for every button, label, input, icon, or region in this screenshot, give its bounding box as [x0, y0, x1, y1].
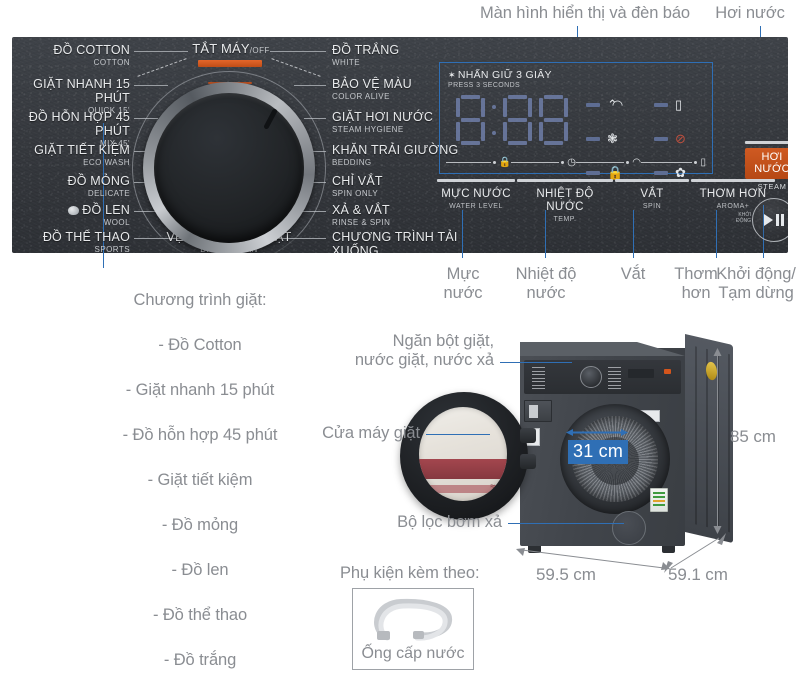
phone-icon: ▯	[675, 97, 683, 112]
indicator-bubbles: ❃	[586, 131, 623, 147]
drain-pump-filter[interactable]	[612, 511, 646, 545]
program-list-item: - Đồ len	[171, 560, 229, 579]
button-water-level[interactable]: MỰC NƯỚC WATER LEVEL	[437, 179, 515, 210]
program-list-item: - Đồ trắng	[163, 650, 237, 669]
bubbles-icon: ❃	[607, 131, 618, 146]
machine-knob[interactable]	[580, 366, 602, 388]
annotation-display: Màn hình hiển thị và đèn báo	[479, 4, 691, 22]
strip-timer: ◷	[511, 157, 576, 168]
digital-display: ✶ NHẤN GIỮ 3 GIÂY PRESS 3 SECONDS ⌃ ◠ ❃ …	[439, 62, 713, 180]
dial-arc-right	[271, 58, 321, 77]
indicator-wifi: ⌃ ◠	[586, 97, 623, 113]
play-pause-icon	[764, 214, 784, 226]
program-list: Chương trình giặt: - Đồ Cotton - Giặt nh…	[45, 266, 355, 680]
dial-arc-left	[137, 58, 187, 77]
drum-width-arrow	[566, 429, 628, 436]
door-hinge	[520, 428, 536, 443]
annotation-spin: Vắt	[620, 265, 646, 283]
dimension-width: 59.5 cm	[536, 565, 596, 584]
display-bottom-strip: 🔒 ◷ ◠ ▯	[446, 157, 706, 168]
machine-top	[520, 342, 685, 356]
timer-icon: ◷	[567, 157, 576, 168]
annotation-filter: Bộ lọc bơm xả	[397, 513, 502, 531]
segment-digit-1	[456, 95, 485, 145]
control-panel: TẮT MÁY/OFF ĐỒ COTTON COTTON GIẶT NHANH …	[12, 37, 788, 253]
indicator-column-left: ⌃ ◠ ❃ 🔒	[586, 97, 623, 181]
leader-spin	[633, 210, 634, 258]
door-reflection: ≈	[490, 481, 495, 491]
program-right-6: CHƯƠNG TRÌNH TẢI XUỐNG DOWNLOAD CYCLES	[332, 230, 458, 253]
button-steam[interactable]: HƠI NƯỚC STEAM	[745, 141, 788, 191]
off-indicator	[198, 60, 262, 67]
segment-colon	[492, 105, 496, 135]
indicator-phone: ▯	[654, 97, 686, 113]
water-hose-icon	[374, 598, 453, 641]
leader-door	[426, 434, 490, 435]
height-dimension-arrow	[713, 348, 722, 534]
annotation-water-level: Mực nước	[443, 265, 483, 302]
door-hinge	[520, 454, 536, 469]
phone-icon: ▯	[700, 157, 706, 168]
program-list-item: - Đồ Cotton	[158, 335, 242, 354]
washer-door-open[interactable]: ≈	[400, 392, 536, 520]
indicator-no-entry: ⊘	[654, 131, 686, 147]
machine-display	[628, 369, 654, 378]
seven-segment-readout	[456, 95, 568, 145]
program-list-item: - Đồ thể thao	[152, 605, 248, 624]
program-list-item: - Giặt tiết kiệm	[147, 470, 253, 489]
start-sublabel: KHỞI ĐỘNG	[736, 212, 751, 224]
accessory-label: Ống cấp nước	[361, 645, 465, 662]
segment-digit-2	[503, 95, 532, 145]
button-start-pause[interactable]: KHỞI ĐỘNG	[736, 198, 788, 242]
annotation-dispenser: Ngăn bột giặt, nước giặt, nước xả	[354, 332, 494, 369]
program-left-0: ĐỒ COTTON COTTON	[53, 43, 130, 67]
indicator-column-right: ▯ ⊘ ✿	[654, 97, 686, 181]
annotation-door: Cửa máy giặt	[322, 424, 420, 442]
program-off: TẮT MÁY/OFF	[192, 41, 270, 56]
button-spin[interactable]: VẮT SPIN	[615, 179, 689, 210]
program-list-item: - Giặt nhanh 15 phút	[125, 380, 275, 399]
leader-aroma	[716, 210, 717, 258]
infographic-canvas: Màn hình hiển thị và đèn báo Hơi nước TẮ…	[0, 0, 800, 680]
machine-control-panel	[524, 360, 681, 394]
program-left-6: ĐỒ THỂ THAO SPORTS	[42, 230, 130, 253]
lock-icon: 🔒	[607, 165, 624, 180]
leader-filter	[508, 523, 624, 524]
no-entry-icon: ⊘	[675, 131, 686, 146]
program-selector-knob[interactable]	[132, 71, 326, 253]
accessory-box: Ống cấp nước	[352, 588, 474, 670]
annotation-steam: Hơi nước	[715, 4, 785, 22]
wifi-icon: ◠	[632, 157, 641, 168]
segment-digit-3	[539, 95, 568, 145]
machine-ticks-left	[532, 367, 545, 389]
strip-phone: ▯	[641, 157, 706, 168]
accessories-title: Phụ kiện kèm theo:	[340, 564, 480, 582]
asterisk-icon: ✶	[448, 70, 456, 80]
door-glass: ≈	[419, 407, 507, 501]
dimension-depth: 59.1 cm	[668, 565, 728, 584]
annotation-start-pause: Khởi động/ Tạm dừng	[716, 265, 796, 302]
knob-face	[154, 93, 304, 243]
strip-wifi: ◠	[576, 157, 641, 168]
fan-icon: ✿	[675, 165, 686, 180]
drum-opening-dimension: 31 cm	[568, 440, 629, 464]
annotation-temperature: Nhiệt độ nước	[515, 265, 577, 302]
strip-lock: 🔒	[446, 157, 511, 168]
detergent-drawer[interactable]	[524, 400, 552, 422]
dimension-height: 85 cm	[730, 427, 776, 446]
energy-label	[650, 488, 668, 512]
machine-steam-led	[664, 369, 671, 374]
machine-ticks-right	[608, 367, 621, 389]
wool-icon	[68, 206, 80, 215]
button-temperature[interactable]: NHIỆT ĐỘ NƯỚC TEMP.	[517, 179, 613, 223]
program-left-3: GIẶT TIẾT KIỆM ECO WASH	[34, 143, 130, 167]
press-hold-hint: ✶ NHẤN GIỮ 3 GIÂY PRESS 3 SECONDS	[448, 69, 552, 89]
lock-icon: 🔒	[498, 157, 511, 168]
leader-dispenser	[500, 362, 572, 363]
wifi-icon-arc: ◠	[611, 97, 624, 112]
program-left-4: ĐỒ MỎNG DELICATE	[67, 174, 130, 198]
program-left-5: ĐỒ LEN WOOL	[12, 203, 130, 228]
program-list-item: - Đồ mỏng	[161, 515, 239, 534]
program-list-title: Chương trình giặt:	[133, 290, 267, 309]
